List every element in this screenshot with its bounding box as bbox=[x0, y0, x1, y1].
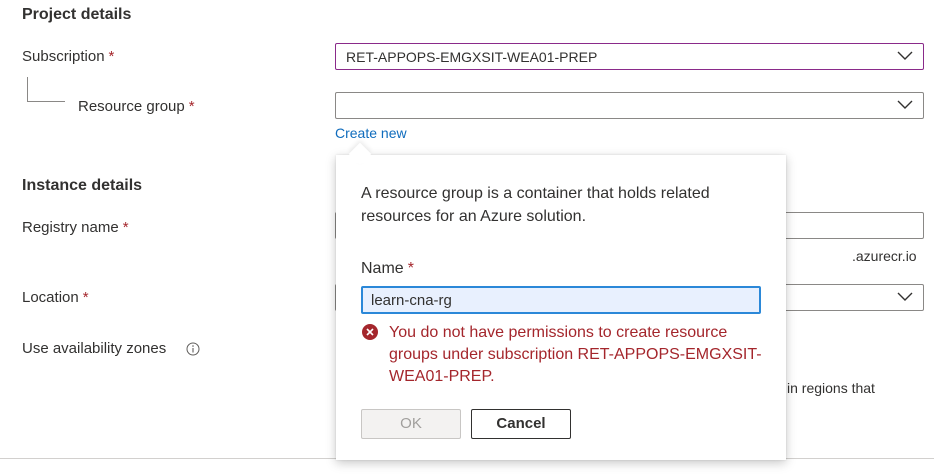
subscription-value: RET-APPOPS-EMGXSIT-WEA01-PREP bbox=[346, 49, 598, 65]
project-details-heading: Project details bbox=[22, 6, 132, 23]
create-resource-group-callout: A resource group is a container that hol… bbox=[336, 155, 786, 460]
tree-connector-vertical bbox=[27, 77, 28, 101]
instance-details-heading: Instance details bbox=[22, 177, 143, 194]
required-marker: * bbox=[108, 48, 115, 65]
name-label: Name * bbox=[361, 260, 414, 278]
registry-name-label: Registry name * bbox=[22, 219, 129, 236]
permission-error-message: You do not have permissions to create re… bbox=[389, 324, 762, 385]
error-icon bbox=[362, 324, 378, 340]
chevron-down-icon bbox=[897, 51, 913, 60]
required-marker: * bbox=[188, 98, 195, 115]
resource-group-name-value: learn-cna-rg bbox=[371, 292, 452, 309]
resource-group-dropdown[interactable] bbox=[335, 92, 924, 119]
resource-group-label-text: Resource group bbox=[78, 98, 185, 115]
resource-group-label: Resource group * bbox=[78, 98, 195, 115]
subscription-label: Subscription * bbox=[22, 48, 114, 65]
availability-zones-note: in regions that bbox=[787, 380, 875, 396]
location-label-text: Location bbox=[22, 289, 79, 306]
subscription-label-text: Subscription bbox=[22, 48, 105, 65]
callout-description: A resource group is a container that hol… bbox=[361, 185, 710, 225]
resource-group-name-input[interactable]: learn-cna-rg bbox=[361, 286, 761, 314]
required-marker: * bbox=[122, 219, 129, 236]
info-icon[interactable] bbox=[186, 342, 200, 356]
availability-zones-label: Use availability zones bbox=[22, 340, 166, 357]
required-marker: * bbox=[82, 289, 89, 306]
create-new-link[interactable]: Create new bbox=[335, 125, 407, 141]
chevron-down-icon bbox=[897, 292, 913, 301]
subscription-dropdown[interactable]: RET-APPOPS-EMGXSIT-WEA01-PREP bbox=[335, 43, 924, 70]
required-marker: * bbox=[407, 260, 414, 277]
registry-name-label-text: Registry name bbox=[22, 219, 119, 236]
location-label: Location * bbox=[22, 289, 89, 306]
tree-connector-horizontal bbox=[27, 101, 65, 102]
beak-cover bbox=[340, 155, 380, 163]
chevron-down-icon bbox=[897, 100, 913, 109]
registry-suffix: .azurecr.io bbox=[852, 248, 917, 264]
ok-button[interactable]: OK bbox=[361, 409, 461, 439]
availability-zones-label-text: Use availability zones bbox=[22, 340, 167, 357]
name-label-text: Name bbox=[361, 260, 404, 277]
cancel-button[interactable]: Cancel bbox=[471, 409, 571, 439]
